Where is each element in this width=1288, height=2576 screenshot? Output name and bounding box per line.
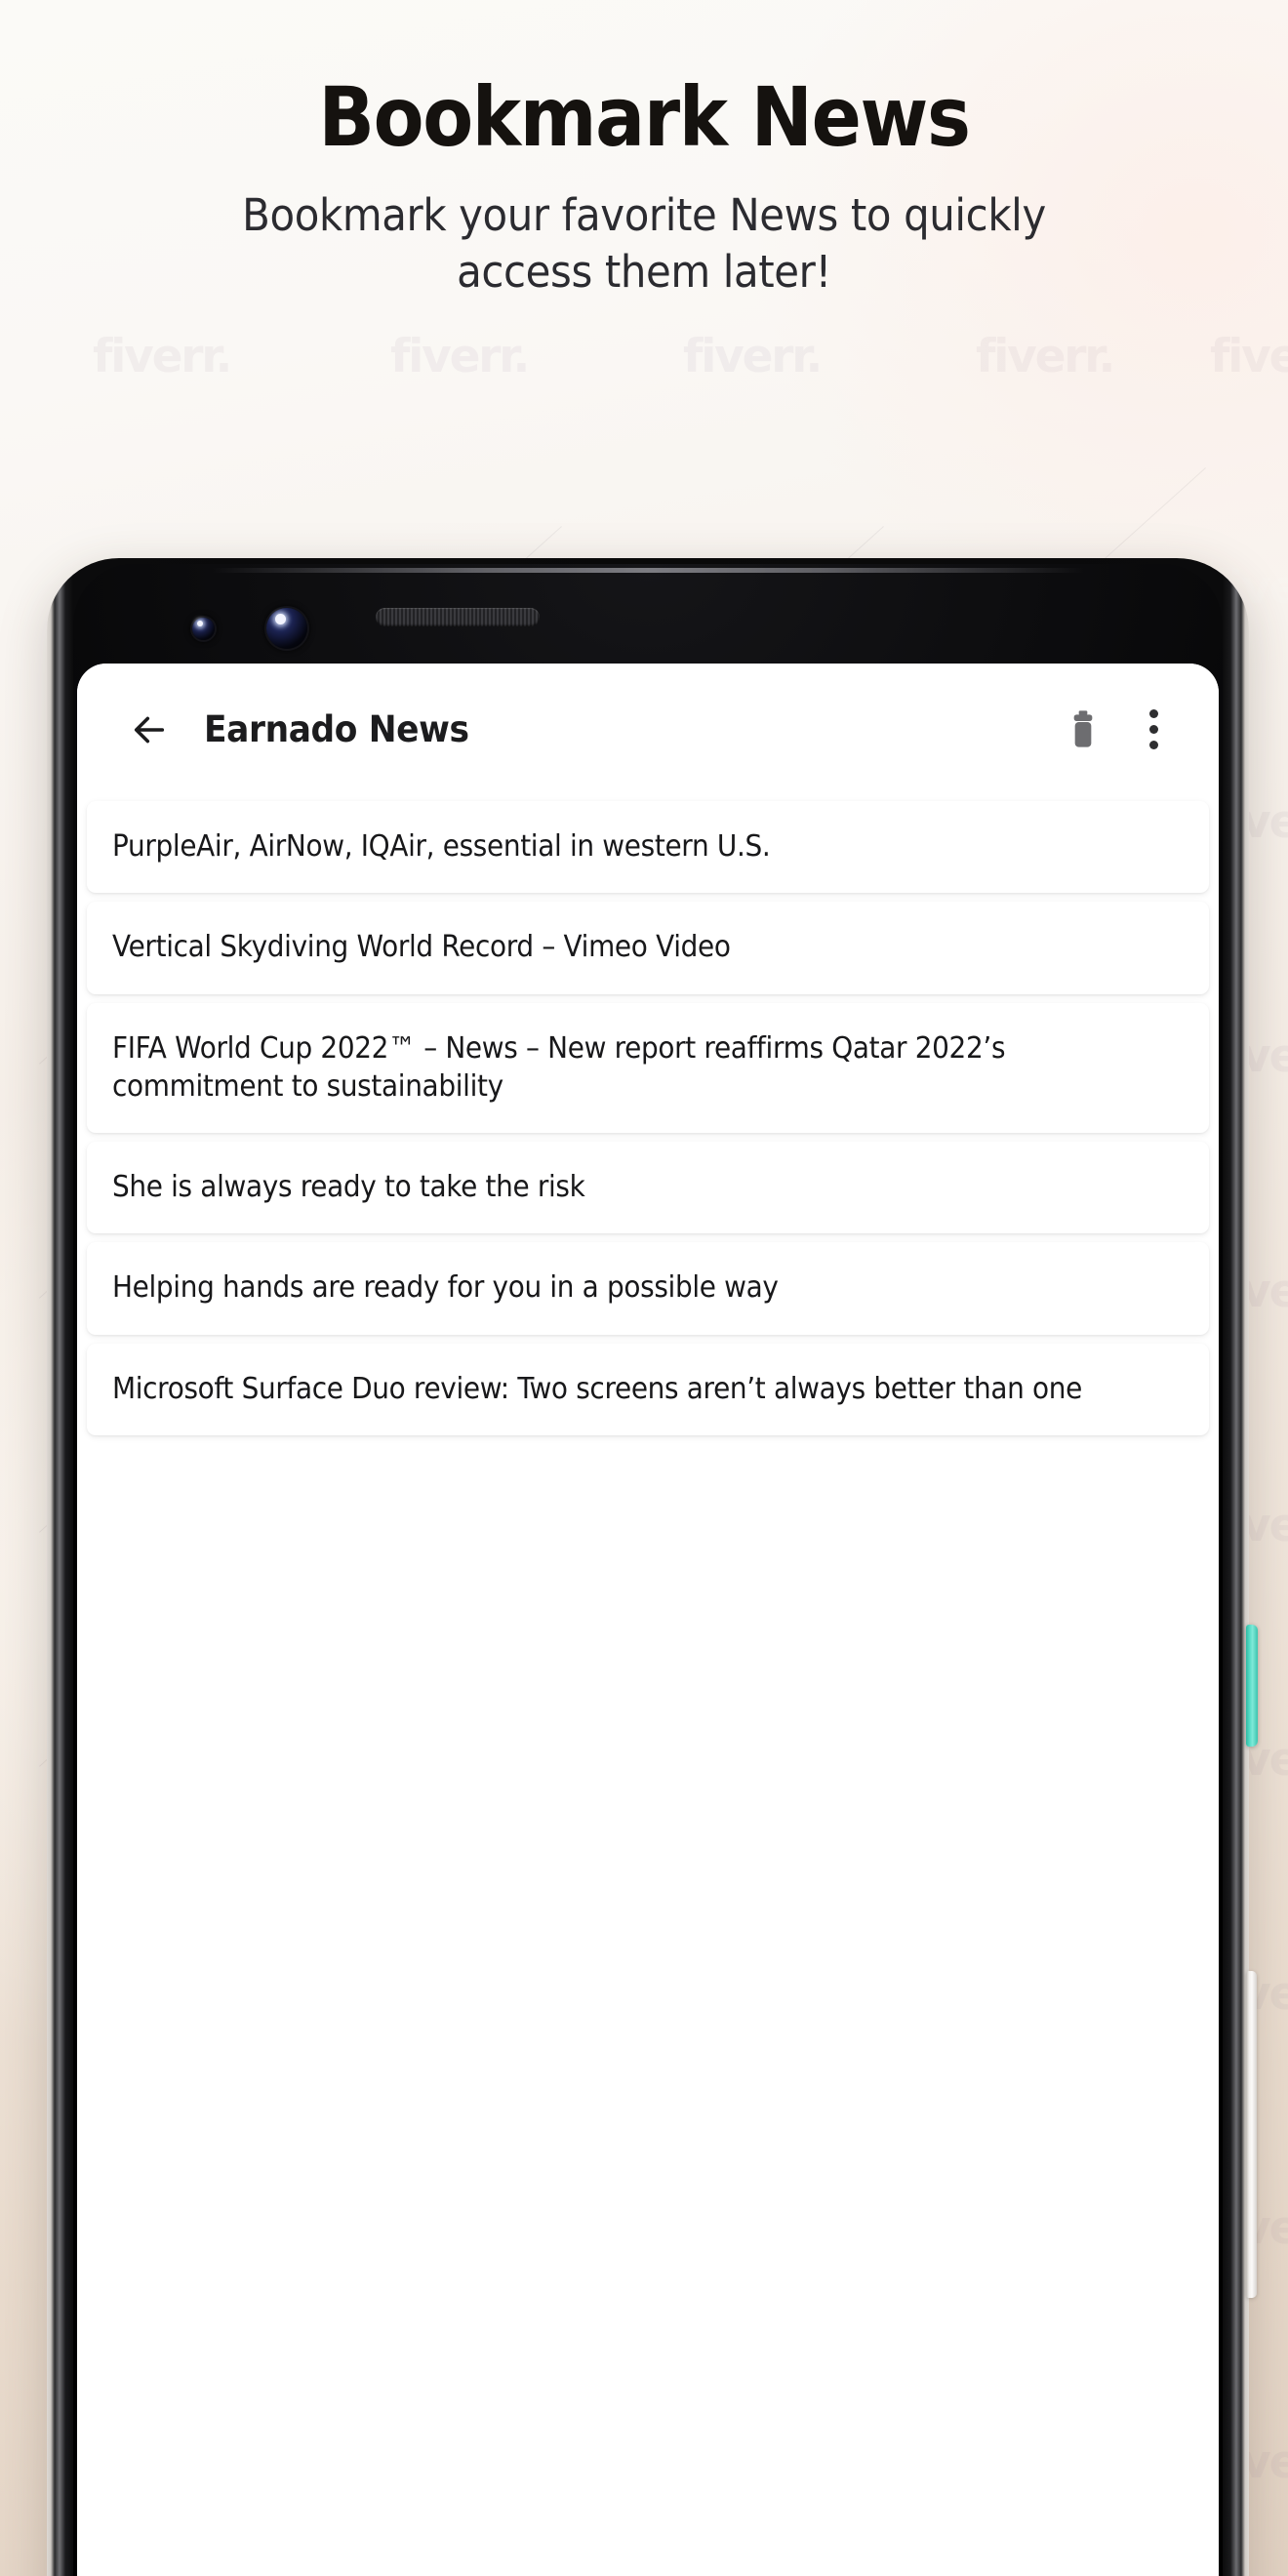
earpiece-speaker-icon (376, 608, 540, 626)
power-button[interactable] (1246, 1625, 1258, 1747)
overflow-dot (1148, 709, 1158, 718)
phone-screen: Earnado News PurpleAir, AirNow, IQAir, e (77, 664, 1219, 2576)
app-bar-title: Earnado News (204, 708, 469, 750)
list-item-title: Vertical Skydiving World Record – Vimeo … (112, 930, 731, 965)
trash-icon[interactable] (1055, 702, 1111, 758)
list-item[interactable]: She is always ready to take the risk (87, 1142, 1209, 1234)
volume-rocker[interactable] (1246, 1971, 1257, 2298)
watermark-text: fiverr. (390, 330, 530, 383)
phone-mockup: Earnado News PurpleAir, AirNow, IQAir, e (47, 558, 1258, 2576)
more-vertical-icon[interactable] (1125, 702, 1182, 758)
front-camera-secondary-icon (192, 618, 215, 640)
bezel-highlight (211, 568, 1085, 573)
page-subtitle: Bookmark your favorite News to quickly a… (242, 189, 1046, 298)
watermark-text: fiverr. (683, 330, 823, 383)
poster-canvas: Bookmark News Bookmark your favorite New… (0, 0, 1288, 2576)
list-item[interactable]: Vertical Skydiving World Record – Vimeo … (87, 902, 1209, 994)
list-item[interactable]: PurpleAir, AirNow, IQAir, essential in w… (87, 801, 1209, 894)
overflow-dot (1148, 741, 1158, 749)
page-title: Bookmark News (318, 69, 971, 165)
back-arrow-icon[interactable] (122, 703, 177, 757)
list-item-title: She is always ready to take the risk (112, 1170, 585, 1205)
watermark-text: fiverr. (976, 330, 1115, 383)
list-item[interactable]: Helping hands are ready for you in a pos… (87, 1242, 1209, 1335)
bookmark-list: PurpleAir, AirNow, IQAir, essential in w… (77, 795, 1219, 1436)
overflow-dot (1148, 725, 1158, 734)
watermark-text: fiverr. (93, 330, 232, 383)
promo-header: Bookmark News Bookmark your favorite New… (0, 76, 1288, 300)
front-camera-primary-icon (266, 608, 307, 649)
list-item[interactable]: Microsoft Surface Duo review: Two screen… (87, 1343, 1209, 1436)
list-item-title: PurpleAir, AirNow, IQAir, essential in w… (112, 829, 771, 864)
watermark-text: fiverr. (1210, 330, 1288, 383)
app-bar: Earnado News (77, 664, 1219, 795)
list-item-title: FIFA World Cup 2022™ – News – New report… (112, 1030, 1006, 1104)
list-item-title: Helping hands are ready for you in a pos… (112, 1270, 779, 1306)
list-item[interactable]: FIFA World Cup 2022™ – News – New report… (87, 1002, 1209, 1134)
list-item-title: Microsoft Surface Duo review: Two screen… (112, 1371, 1082, 1406)
